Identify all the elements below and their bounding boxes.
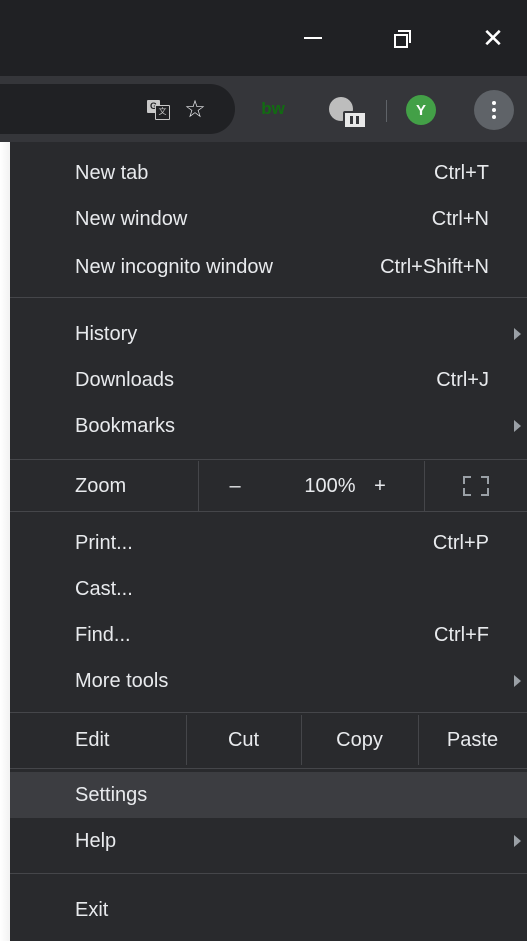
title-bar: ✕: [0, 0, 527, 76]
translate-button[interactable]: G 文: [140, 89, 176, 129]
menu-item-new-window[interactable]: New window Ctrl+N: [10, 196, 527, 242]
menu-item-bookmarks[interactable]: Bookmarks: [10, 403, 527, 449]
menu-item-find[interactable]: Find... Ctrl+F: [10, 612, 527, 658]
edit-row: Edit Cut Copy Paste: [10, 715, 527, 765]
more-menu-button[interactable]: [474, 90, 514, 130]
copy-button[interactable]: Copy: [301, 715, 418, 765]
chrome-main-menu: New tab Ctrl+T New window Ctrl+N New inc…: [10, 142, 527, 939]
submenu-arrow-icon: [514, 420, 521, 432]
cut-button[interactable]: Cut: [186, 715, 301, 765]
menu-item-new-tab[interactable]: New tab Ctrl+T: [10, 150, 527, 196]
browser-toolbar: G 文 ☆ bw Y: [0, 76, 527, 142]
zoom-value: 100%: [304, 474, 356, 497]
menu-separator: [10, 297, 527, 298]
zoom-label: Zoom: [75, 474, 127, 497]
close-icon: ✕: [482, 22, 504, 53]
menu-item-print[interactable]: Print... Ctrl+P: [10, 520, 527, 566]
page-background: [0, 142, 10, 941]
submenu-arrow-icon: [514, 835, 521, 847]
extension-globe-icon: [329, 97, 367, 129]
menu-item-downloads[interactable]: Downloads Ctrl+J: [10, 357, 527, 403]
menu-item-settings[interactable]: Settings: [10, 772, 527, 818]
translate-icon: G 文: [147, 100, 170, 120]
edit-label: Edit: [75, 728, 110, 751]
menu-item-history[interactable]: History: [10, 311, 527, 357]
paste-button[interactable]: Paste: [418, 715, 527, 765]
zoom-divider: [198, 461, 199, 511]
star-icon: ☆: [184, 95, 206, 123]
toolbar-divider: [386, 100, 387, 122]
menu-separator: [10, 873, 527, 874]
menu-item-help[interactable]: Help: [10, 818, 527, 864]
fullscreen-icon: [462, 476, 489, 496]
paused-badge-icon: [343, 111, 367, 129]
menu-item-exit[interactable]: Exit: [10, 887, 527, 933]
close-button[interactable]: ✕: [463, 0, 523, 76]
bookmark-star-button[interactable]: ☆: [177, 89, 213, 129]
menu-separator: [10, 511, 527, 512]
bitwarden-icon: bw: [261, 99, 285, 118]
bitwarden-extension-button[interactable]: bw: [255, 89, 291, 129]
menu-separator: [10, 459, 527, 460]
menu-item-new-incognito-window[interactable]: New incognito window Ctrl+Shift+N: [10, 244, 527, 290]
menu-item-cast[interactable]: Cast...: [10, 566, 527, 612]
extension-button[interactable]: [318, 89, 367, 129]
zoom-in-button[interactable]: +: [360, 461, 400, 511]
zoom-row: Zoom – 100% +: [10, 461, 527, 511]
zoom-out-button[interactable]: –: [215, 461, 255, 511]
restore-icon: [394, 30, 411, 48]
menu-separator: [10, 768, 527, 769]
submenu-arrow-icon: [514, 328, 521, 340]
profile-avatar[interactable]: Y: [406, 95, 436, 125]
fullscreen-button[interactable]: [424, 461, 527, 511]
minimize-icon: [304, 37, 322, 39]
restore-button[interactable]: [372, 0, 432, 76]
submenu-arrow-icon: [514, 675, 521, 687]
menu-separator: [10, 712, 527, 713]
minimize-button[interactable]: [283, 0, 343, 76]
menu-item-more-tools[interactable]: More tools: [10, 658, 527, 704]
